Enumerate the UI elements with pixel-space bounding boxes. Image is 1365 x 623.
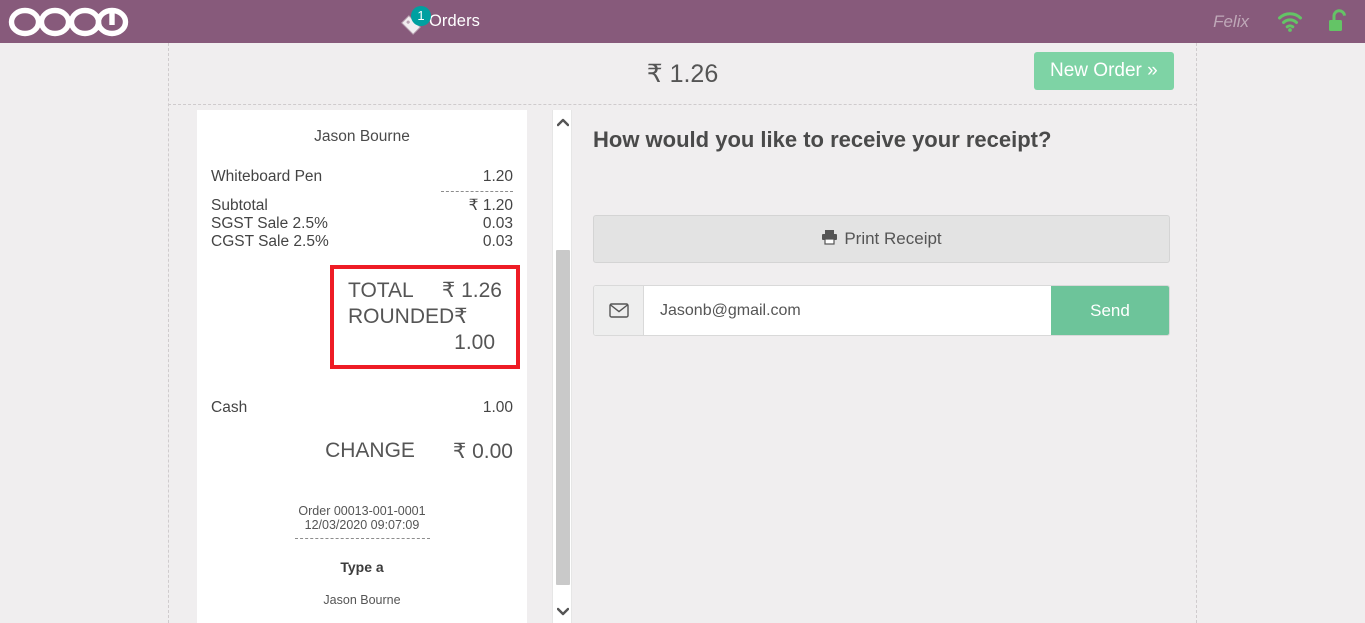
scrollbar-thumb[interactable] — [556, 250, 570, 585]
receipt-question-title: How would you like to receive your recei… — [593, 127, 1052, 152]
order-datetime: 12/03/2020 09:07:09 — [304, 518, 420, 532]
line-item-name: Whiteboard Pen — [211, 168, 323, 185]
sgst-label: SGST Sale 2.5% — [211, 215, 328, 232]
receipt-scrollbar[interactable] — [552, 110, 572, 623]
receipt-preview-panel: Jason Bourne Whiteboard Pen 1.20 Subtota… — [197, 110, 527, 623]
payment-amount: 1.00 — [482, 399, 513, 416]
change-label: CHANGE — [325, 439, 415, 462]
receipt-tax-row-cgst: CGST Sale 2.5% 0.03 — [211, 233, 513, 251]
receipt-line-item: Whiteboard Pen 1.20 — [211, 168, 513, 186]
receipt-tax-row-sgst: SGST Sale 2.5% 0.03 — [211, 215, 513, 233]
sgst-amount: 0.03 — [482, 215, 513, 232]
rounded-label: ROUNDED — [348, 305, 455, 328]
rounded-amount: ₹ 1.00 — [454, 305, 496, 354]
subtotal-amount: ₹ 1.20 — [468, 197, 513, 214]
receipt-rounded-row: ROUNDED ₹ 1.00 — [348, 304, 502, 356]
orders-count-badge: 1 — [411, 5, 431, 26]
total-label: TOTAL — [348, 279, 414, 302]
orders-tab[interactable]: 1 Orders — [398, 0, 480, 43]
email-receipt-row: Send — [593, 285, 1170, 336]
send-email-button[interactable]: Send — [1051, 286, 1169, 335]
email-input[interactable] — [644, 286, 1051, 335]
envelope-icon — [594, 286, 644, 335]
order-reference: Order 00013-001-0001 — [298, 504, 426, 518]
receipt-divider — [441, 191, 513, 192]
printer-icon — [821, 229, 838, 250]
receipt-order-meta: Order 00013-001-0001 12/03/2020 09:07:09 — [211, 504, 513, 539]
receipt-customer-name: Jason Bourne — [314, 128, 410, 145]
loyalty-member-name: Jason Bourne — [323, 593, 401, 607]
subtotal-label: Subtotal — [211, 197, 268, 214]
order-tag-icon: 1 — [398, 5, 431, 35]
scroll-down-icon[interactable] — [553, 603, 573, 619]
loyalty-program-title: Type a — [340, 559, 384, 575]
payment-method-label: Cash — [211, 399, 248, 416]
change-amount: ₹ 0.00 — [452, 440, 513, 463]
top-bar: 1 Orders Felix — [0, 0, 1365, 43]
receipt-payment-row: Cash 1.00 — [211, 399, 513, 417]
scroll-up-icon[interactable] — [553, 114, 573, 130]
receipt-change-row: CHANGE ₹ 0.00 — [211, 439, 513, 464]
cgst-amount: 0.03 — [482, 233, 513, 250]
print-receipt-button[interactable]: Print Receipt — [593, 215, 1170, 263]
unlock-icon[interactable] — [1325, 9, 1351, 34]
cashier-name[interactable]: Felix — [1213, 0, 1249, 43]
sub-header: ₹ 1.26 New Order » — [168, 43, 1197, 105]
cgst-label: CGST Sale 2.5% — [211, 233, 329, 250]
total-highlight-box: TOTAL ₹ 1.26 ROUNDED ₹ 1.00 — [330, 265, 520, 369]
receipt-delivery-panel: How would you like to receive your recei… — [593, 110, 1183, 336]
odoo-logo[interactable] — [8, 0, 138, 43]
receipt-total-row: TOTAL ₹ 1.26 — [348, 278, 502, 304]
line-item-amount: 1.20 — [482, 168, 513, 185]
new-order-button[interactable]: New Order » — [1034, 52, 1174, 90]
receipt-divider-long — [294, 538, 430, 539]
receipt-subtotal-row: Subtotal ₹ 1.20 — [211, 197, 513, 215]
orders-tab-label: Orders — [429, 12, 481, 30]
wifi-icon[interactable] — [1277, 11, 1303, 32]
total-amount: ₹ 1.26 — [441, 279, 502, 302]
print-receipt-label: Print Receipt — [844, 229, 942, 248]
